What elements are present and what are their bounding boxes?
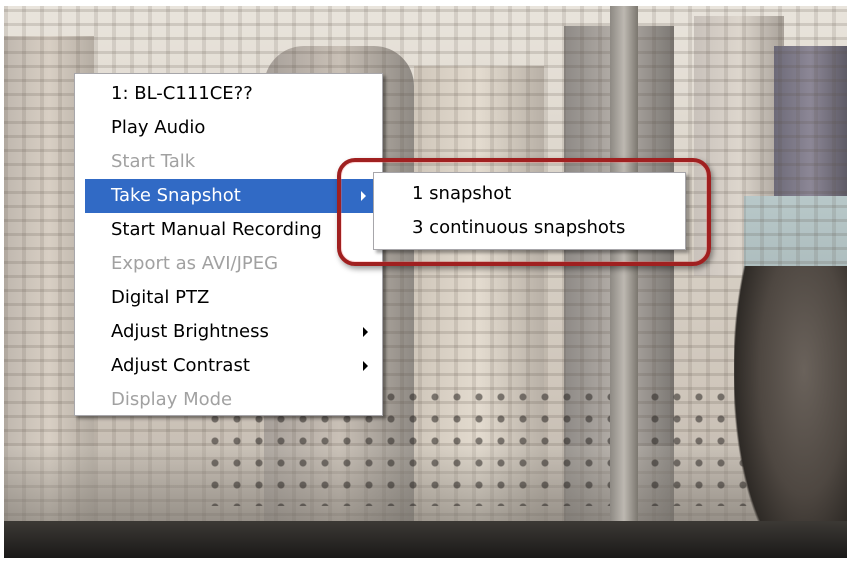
window-frame-bottom — [4, 521, 847, 558]
menu-item-take-snapshot[interactable]: Take Snapshot — [85, 179, 380, 213]
menu-item-display-mode: Display Mode — [75, 383, 382, 417]
menu-item-play-audio[interactable]: Play Audio — [75, 111, 382, 145]
menu-item-label: Adjust Contrast — [111, 355, 250, 376]
menu-item-adjust-brightness[interactable]: Adjust Brightness — [75, 315, 382, 349]
menu-item-label: Take Snapshot — [111, 185, 241, 206]
submenu-arrow-icon — [363, 327, 368, 337]
menu-item-digital-ptz[interactable]: Digital PTZ — [75, 281, 382, 315]
menu-item-start-manual-recording[interactable]: Start Manual Recording — [75, 213, 382, 247]
menu-item-camera-name[interactable]: 1: BL-C111CE?? — [75, 77, 382, 111]
menu-item-label: Start Manual Recording — [111, 219, 322, 240]
menu-item-export: Export as AVI/JPEG — [75, 247, 382, 281]
menu-item-start-talk: Start Talk — [75, 145, 382, 179]
submenu-arrow-icon — [363, 361, 368, 371]
menu-item-label: Start Talk — [111, 151, 196, 172]
menu-item-label: Export as AVI/JPEG — [111, 253, 279, 274]
menu-item-label: 1: BL-C111CE?? — [111, 83, 253, 104]
menu-item-adjust-contrast[interactable]: Adjust Contrast — [75, 349, 382, 383]
menu-item-label: Display Mode — [111, 389, 233, 410]
plush-toy — [734, 266, 847, 558]
window-frame-post — [610, 6, 638, 558]
menu-item-label: Play Audio — [111, 117, 206, 138]
menu-item-label: Digital PTZ — [111, 287, 210, 308]
menu-item-label: Adjust Brightness — [111, 321, 269, 342]
highlight-annotation — [337, 158, 711, 266]
